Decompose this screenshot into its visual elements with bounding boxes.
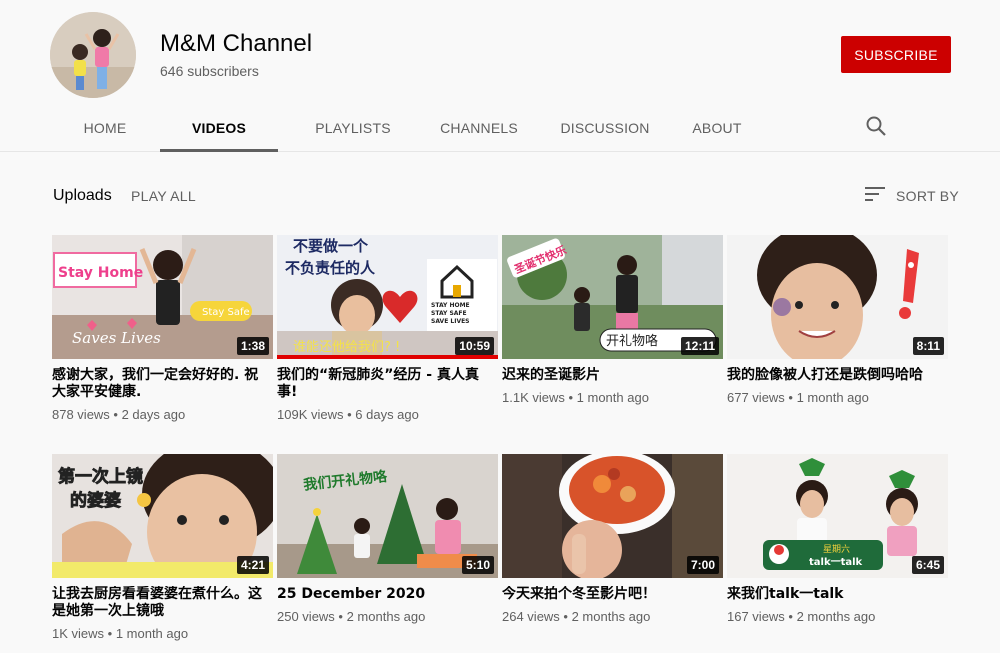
video-card[interactable]: 8:11 我的脸像被人打还是跌倒吗哈哈 677 views • 1 month … <box>727 235 948 454</box>
video-card[interactable]: 我们开礼物咯 5:10 25 December 2020 250 views •… <box>277 454 498 653</box>
overlay-text: talk一talk <box>809 557 863 568</box>
play-all-button[interactable]: PLAY ALL <box>131 188 196 204</box>
video-title[interactable]: 让我去厨房看看婆婆在煮什么。这是她第一次上镜哦 <box>52 586 273 620</box>
view-count: 264 views <box>502 609 560 624</box>
upload-age: 2 months ago <box>346 609 426 624</box>
sort-icon <box>864 186 886 205</box>
tab-playlists[interactable]: PLAYLISTS <box>294 104 412 151</box>
view-count: 1.1K views <box>502 390 565 405</box>
video-meta: 109K views • 6 days ago <box>277 407 419 422</box>
sort-by-button[interactable]: SORT BY <box>864 186 959 205</box>
search-icon[interactable] <box>864 114 888 138</box>
video-card[interactable]: 第一次上镜 的婆婆 4:21 让我去厨房看看婆婆在煮什么。这是她第一次上镜哦 1… <box>52 454 273 653</box>
sort-by-label: SORT BY <box>896 187 960 204</box>
video-duration: 10:59 <box>455 337 494 355</box>
tab-about[interactable]: ABOUT <box>672 104 762 151</box>
video-duration: 1:38 <box>236 337 269 355</box>
overlay-text: Stay Safe <box>202 307 250 318</box>
subscriber-count: 646 subscribers <box>160 63 259 79</box>
view-count: 677 views <box>727 390 785 405</box>
video-title[interactable]: 迟来的圣诞影片 <box>502 367 723 384</box>
upload-age: 1 month ago <box>576 390 649 405</box>
overlay-text: 开礼物咯 <box>606 333 658 349</box>
video-meta: 264 views • 2 months ago <box>502 609 651 624</box>
video-meta: 1K views • 1 month ago <box>52 626 189 641</box>
overlay-text: Saves Lives <box>72 329 161 347</box>
video-grid: Stay Home Stay Safe Saves Lives 1:38 感谢大… <box>52 235 950 653</box>
video-card[interactable]: 7:00 今天来拍个冬至影片吧！ 264 views • 2 months ag… <box>502 454 723 653</box>
video-thumbnail[interactable]: 圣诞节快乐 开礼物咯 12:11 <box>502 235 723 359</box>
channel-name: M&M Channel <box>160 30 313 57</box>
video-duration: 5:10 <box>461 556 494 574</box>
video-card[interactable]: 星期六 talk一talk 6:45 来我们talk一talk 167 view… <box>727 454 948 653</box>
channel-avatar[interactable] <box>50 12 136 98</box>
upload-age: 6 days ago <box>355 407 419 422</box>
overlay-text: 第一次上镜 <box>58 466 143 487</box>
overlay-text: STAY SAFE <box>431 310 467 317</box>
video-card[interactable]: Stay Home Stay Safe Saves Lives 1:38 感谢大… <box>52 235 273 454</box>
view-count: 109K views <box>277 407 344 422</box>
upload-age: 2 days ago <box>121 407 186 422</box>
video-meta: 677 views • 1 month ago <box>727 390 869 405</box>
video-duration: 6:45 <box>911 556 944 574</box>
video-duration: 4:21 <box>236 556 269 574</box>
view-count: 878 views <box>52 407 110 422</box>
upload-age: 2 months ago <box>796 609 876 624</box>
tab-home[interactable]: HOME <box>60 104 150 151</box>
view-count: 1K views <box>52 626 105 641</box>
uploads-title: Uploads <box>53 187 112 204</box>
video-thumbnail[interactable]: 8:11 <box>727 235 948 359</box>
video-card[interactable]: 不要做一个 不负责任的人 STAY HOME STAY SAFE SAVE LI… <box>277 235 498 454</box>
channel-tabs: HOME VIDEOS PLAYLISTS CHANNELS DISCUSSIO… <box>60 104 762 152</box>
subscribe-button[interactable]: SUBSCRIBE <box>841 36 951 73</box>
video-duration: 7:00 <box>686 556 719 574</box>
video-duration: 12:11 <box>680 337 719 355</box>
video-title[interactable]: 25 December 2020 <box>277 586 498 603</box>
overlay-text: 星期六 <box>823 543 850 555</box>
video-thumbnail[interactable]: 第一次上镜 的婆婆 4:21 <box>52 454 273 578</box>
video-duration: 8:11 <box>912 337 944 355</box>
video-meta: 878 views • 2 days ago <box>52 407 186 422</box>
video-title[interactable]: 来我们talk一talk <box>727 586 948 603</box>
video-meta: 250 views • 2 months ago <box>277 609 426 624</box>
view-count: 250 views <box>277 609 335 624</box>
tab-discussion[interactable]: DISCUSSION <box>546 104 664 151</box>
video-thumbnail[interactable]: 我们开礼物咯 5:10 <box>277 454 498 578</box>
video-card[interactable]: 圣诞节快乐 开礼物咯 12:11 迟来的圣诞影片 1.1K views • 1 … <box>502 235 723 454</box>
tab-videos[interactable]: VIDEOS <box>160 104 278 152</box>
video-title[interactable]: 我们的“新冠肺炎”经历 - 真人真事! <box>277 367 498 401</box>
video-thumbnail[interactable]: Stay Home Stay Safe Saves Lives 1:38 <box>52 235 273 359</box>
overlay-text: STAY HOME <box>431 302 470 309</box>
video-title[interactable]: 我的脸像被人打还是跌倒吗哈哈 <box>727 367 948 384</box>
overlay-text: 的婆婆 <box>70 490 121 511</box>
upload-age: 2 months ago <box>571 609 651 624</box>
video-thumbnail[interactable]: 星期六 talk一talk 6:45 <box>727 454 948 578</box>
video-title[interactable]: 今天来拍个冬至影片吧！ <box>502 586 723 603</box>
overlay-text: 谁能还他给我们? ! <box>293 340 400 355</box>
overlay-text: Stay Home <box>58 265 143 281</box>
overlay-text: 不要做一个 <box>293 237 369 255</box>
upload-age: 1 month ago <box>115 626 189 641</box>
overlay-text: SAVE LIVES <box>431 318 470 325</box>
video-thumbnail[interactable]: 7:00 <box>502 454 723 578</box>
video-meta: 1.1K views • 1 month ago <box>502 390 649 405</box>
channel-header: M&M Channel 646 subscribers SUBSCRIBE HO… <box>0 0 1000 152</box>
video-thumbnail[interactable]: 不要做一个 不负责任的人 STAY HOME STAY SAFE SAVE LI… <box>277 235 498 359</box>
overlay-text: 不负责任的人 <box>285 259 376 277</box>
view-count: 167 views <box>727 609 785 624</box>
upload-age: 1 month ago <box>796 390 869 405</box>
tab-channels[interactable]: CHANNELS <box>420 104 538 151</box>
video-meta: 167 views • 2 months ago <box>727 609 876 624</box>
video-title[interactable]: 感谢大家，我们一定会好好的. 祝大家平安健康. <box>52 367 273 401</box>
